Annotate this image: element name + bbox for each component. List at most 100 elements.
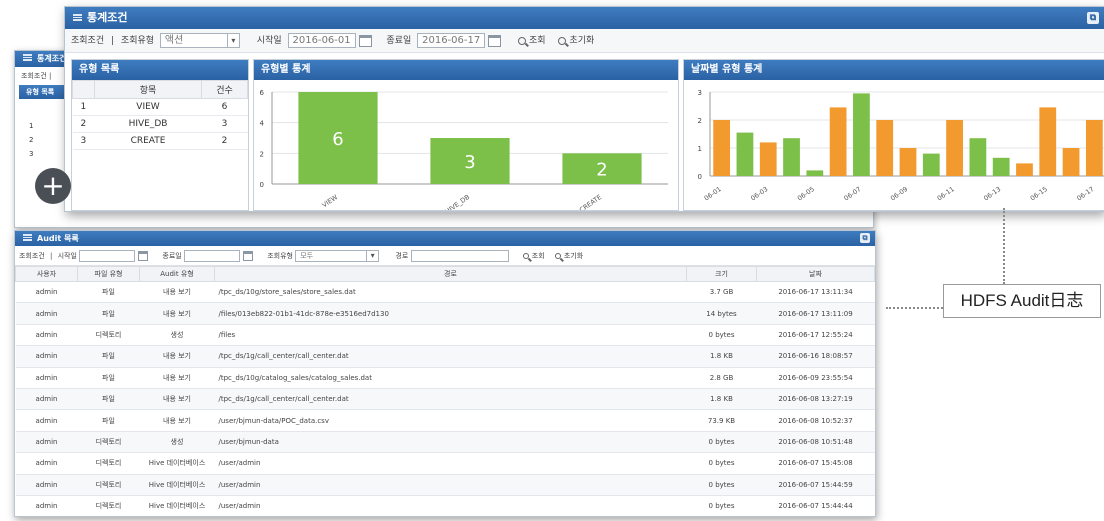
type-row[interactable]: 2 HIVE_DB 3 — [72, 115, 248, 133]
cell-date: 2016-06-17 13:11:34 — [756, 281, 875, 304]
callout-connector-horizontal — [886, 307, 943, 309]
audit-search-button[interactable]: 조회 — [522, 252, 545, 260]
bar — [736, 132, 754, 176]
col-file-type[interactable]: 파일 유형 — [77, 266, 140, 282]
maximize-icon[interactable]: ⧉ — [860, 233, 870, 243]
y-tick-label: 6 — [260, 89, 265, 97]
cell-path: /tpc_ds/1g/call_center/call_center.dat — [214, 345, 687, 368]
bar — [1016, 163, 1033, 176]
audit-end-input[interactable] — [183, 250, 240, 262]
audit-table: 사용자 파일 유형 Audit 유형 경로 크기 날짜 admin 파일 내용 보기… — [15, 266, 875, 516]
table-row[interactable]: admin 파일 내용 보기/tpc_ds/10g/catalog_sales/ca… — [15, 367, 875, 389]
calendar-icon[interactable] — [358, 34, 372, 47]
search-label: 조회 — [528, 36, 546, 46]
audit-path-input[interactable] — [410, 250, 509, 262]
end-date-input[interactable]: 2016-06-17 — [417, 33, 486, 48]
cell-user: admin — [15, 281, 78, 304]
y-tick-label: 4 — [260, 120, 265, 128]
audit-start-input[interactable] — [79, 250, 136, 262]
audit-reset-button[interactable]: 초기화 — [554, 252, 583, 260]
cell-date: 2016-06-08 10:51:48 — [756, 431, 875, 454]
cell-path: /files/013eb822-01b1-41dc-878e-e3516ed7d… — [214, 302, 687, 325]
type-list-head: 유형 목록 — [72, 60, 248, 80]
col-date[interactable]: 날짜 — [756, 266, 875, 282]
cell-audit-type: Hive 데이터베이스 — [139, 452, 215, 475]
cell-audit-type: 생성 — [139, 324, 215, 347]
col-size[interactable]: 크기 — [686, 266, 757, 282]
cell-file-type: 디렉토리 — [77, 495, 140, 516]
cell-audit-type: 내용 보기 — [139, 345, 215, 368]
table-row[interactable]: admin 디렉토리 생성/files 0 bytes 2016-06-17 12:55… — [15, 324, 875, 347]
y-tick-label: 0 — [260, 181, 264, 189]
audit-filter-bar: 조회조건 | 시작일 종료일 조회유형 모두 ▾ 경로 조회 초기화 — [15, 246, 875, 266]
reset-button[interactable]: 초기화 — [558, 36, 594, 46]
calendar-icon[interactable] — [488, 34, 502, 47]
bar — [1039, 107, 1057, 176]
chevron-down-icon: ▾ — [366, 251, 378, 261]
type-row[interactable]: 1 VIEW 6 — [72, 98, 248, 116]
table-row[interactable]: admin 파일 내용 보기/user/bjmun-data/POC_data.cs… — [15, 409, 875, 432]
cell-date: 2016-06-17 13:11:09 — [756, 302, 875, 325]
bar — [899, 148, 917, 176]
cell-user: admin — [15, 431, 78, 454]
type-list-title: 유형 목록 — [79, 64, 120, 75]
cell-date: 2016-06-17 12:55:24 — [756, 324, 875, 347]
data-label: 6 — [332, 129, 343, 150]
type-select-value: 액션 — [164, 35, 184, 46]
table-row[interactable]: admin 파일 내용 보기/tpc_ds/1g/call_center/call_… — [15, 345, 875, 368]
cell-date: 2016-06-07 15:45:08 — [756, 452, 875, 475]
bar — [1085, 120, 1103, 176]
bar — [806, 170, 824, 176]
cell-audit-type: Hive 데이터베이스 — [139, 474, 215, 496]
table-row[interactable]: admin 디렉토리 Hive 데이터베이스/user/admin 0 bytes 20… — [15, 474, 875, 496]
cell-audit-type: 내용 보기 — [139, 388, 215, 411]
cell-date: 2016-06-07 15:44:44 — [756, 495, 875, 516]
audit-type-select[interactable]: 모두 ▾ — [295, 250, 380, 262]
maximize-icon[interactable]: ⧉ — [1087, 12, 1099, 24]
col-no — [72, 80, 95, 99]
cell-audit-type: 내용 보기 — [139, 281, 215, 304]
back-type-list-title: 유형 목록 — [26, 88, 55, 96]
y-tick-label: 1 — [698, 145, 702, 153]
separator: | — [50, 252, 53, 260]
cell-audit-type: Hive 데이터베이스 — [139, 495, 215, 516]
col-path[interactable]: 경로 — [214, 266, 687, 282]
calendar-icon[interactable] — [138, 251, 149, 261]
cell-file-type: 파일 — [77, 367, 140, 389]
type-bar-chart: 0 2 4 6 6 VIEW 3 HIVE_DB 2 CREATE — [260, 89, 668, 210]
audit-type-value: 모두 — [300, 252, 314, 260]
calendar-icon[interactable] — [242, 251, 253, 261]
table-row[interactable]: admin 파일 내용 보기/tpc_ds/10g/store_sales/stor… — [15, 281, 875, 304]
date-chart-panel: 날짜별 유형 통계 0 1 2 3 06-01 06-03 06-05 06-07 06-09 0… — [683, 59, 1104, 211]
audit-end-label: 종료일 — [162, 252, 182, 260]
cell-user: admin — [15, 367, 78, 389]
y-tick-label: 2 — [260, 150, 264, 158]
table-row[interactable]: admin 파일 내용 보기/files/013eb822-01b1-41dc-87… — [15, 302, 875, 325]
cell-file-type: 파일 — [77, 302, 140, 325]
table-row[interactable]: admin 디렉토리 Hive 데이터베이스/user/admin 0 bytes 20… — [15, 495, 875, 516]
cell-file-type: 디렉토리 — [77, 431, 140, 454]
col-user[interactable]: 사용자 — [15, 266, 78, 282]
audit-window: Audit 목록 ⧉ 조회조건 | 시작일 종료일 조회유형 모두 ▾ 경로 조회… — [14, 230, 876, 517]
col-count[interactable]: 건수 — [201, 80, 248, 99]
col-audit-type[interactable]: Audit 유형 — [139, 266, 215, 282]
type-select[interactable]: 액션 ▾ — [159, 33, 240, 48]
x-tick-label: 06-15 — [1029, 185, 1049, 202]
x-tick-label: 06-03 — [749, 185, 769, 202]
table-row[interactable]: admin 디렉토리 생성/user/bjmun-data 0 bytes 2016-0… — [15, 431, 875, 454]
search-button[interactable]: 조회 — [517, 36, 546, 46]
cell-date: 2016-06-16 18:08:57 — [756, 345, 875, 368]
type-row[interactable]: 3 CREATE 2 — [72, 132, 248, 150]
col-item[interactable]: 항목 — [94, 80, 202, 99]
table-row[interactable]: admin 디렉토리 Hive 데이터베이스/user/admin 0 bytes 20… — [15, 452, 875, 475]
data-label: 2 — [596, 160, 607, 181]
cell-size: 1.8 KB — [686, 345, 757, 368]
plus-icon[interactable]: + — [35, 168, 71, 204]
y-tick-label: 2 — [698, 117, 702, 125]
cell-file-type: 파일 — [77, 345, 140, 368]
cell-size: 0 bytes — [686, 431, 757, 454]
table-row[interactable]: admin 파일 내용 보기/tpc_ds/1g/call_center/call_… — [15, 388, 875, 411]
y-tick-label: 0 — [698, 173, 702, 181]
stats-window: 통계조건 ⧉ 조회조건 | 조회유형 액션 ▾ 시작일 2016-06-01 종료… — [64, 6, 1104, 212]
start-date-input[interactable]: 2016-06-01 — [287, 33, 356, 48]
